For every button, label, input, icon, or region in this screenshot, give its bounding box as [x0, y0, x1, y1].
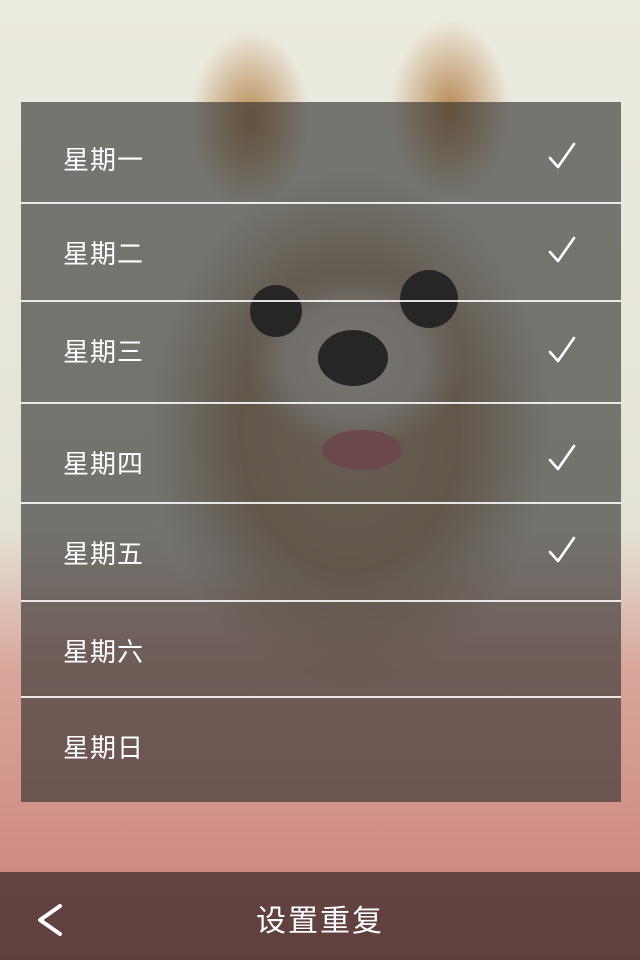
day-label: 星期二	[63, 240, 145, 270]
day-label: 星期四	[63, 450, 145, 480]
repeat-day-list: 星期一 星期二 星期三 星期四 星期五 星期六 星期日	[21, 102, 621, 802]
day-label: 星期六	[63, 638, 145, 668]
day-row-saturday[interactable]: 星期六	[21, 602, 621, 698]
bottom-bar: 设置重复	[0, 872, 640, 960]
day-row-sunday[interactable]: 星期日	[21, 698, 621, 802]
day-label: 星期三	[63, 338, 145, 368]
day-label: 星期一	[63, 146, 145, 176]
page-title: 设置重复	[256, 904, 384, 939]
checkmark-icon	[548, 536, 576, 563]
day-row-tuesday[interactable]: 星期二	[21, 204, 621, 302]
day-row-thursday[interactable]: 星期四	[21, 404, 621, 504]
checkmark-icon	[548, 142, 576, 169]
checkmark-icon	[548, 336, 576, 363]
day-row-wednesday[interactable]: 星期三	[21, 302, 621, 404]
day-label: 星期五	[63, 540, 145, 570]
checkmark-icon	[548, 444, 576, 471]
day-row-friday[interactable]: 星期五	[21, 504, 621, 602]
checkmark-icon	[548, 236, 576, 263]
day-row-monday[interactable]: 星期一	[21, 102, 621, 204]
day-label: 星期日	[63, 734, 145, 764]
